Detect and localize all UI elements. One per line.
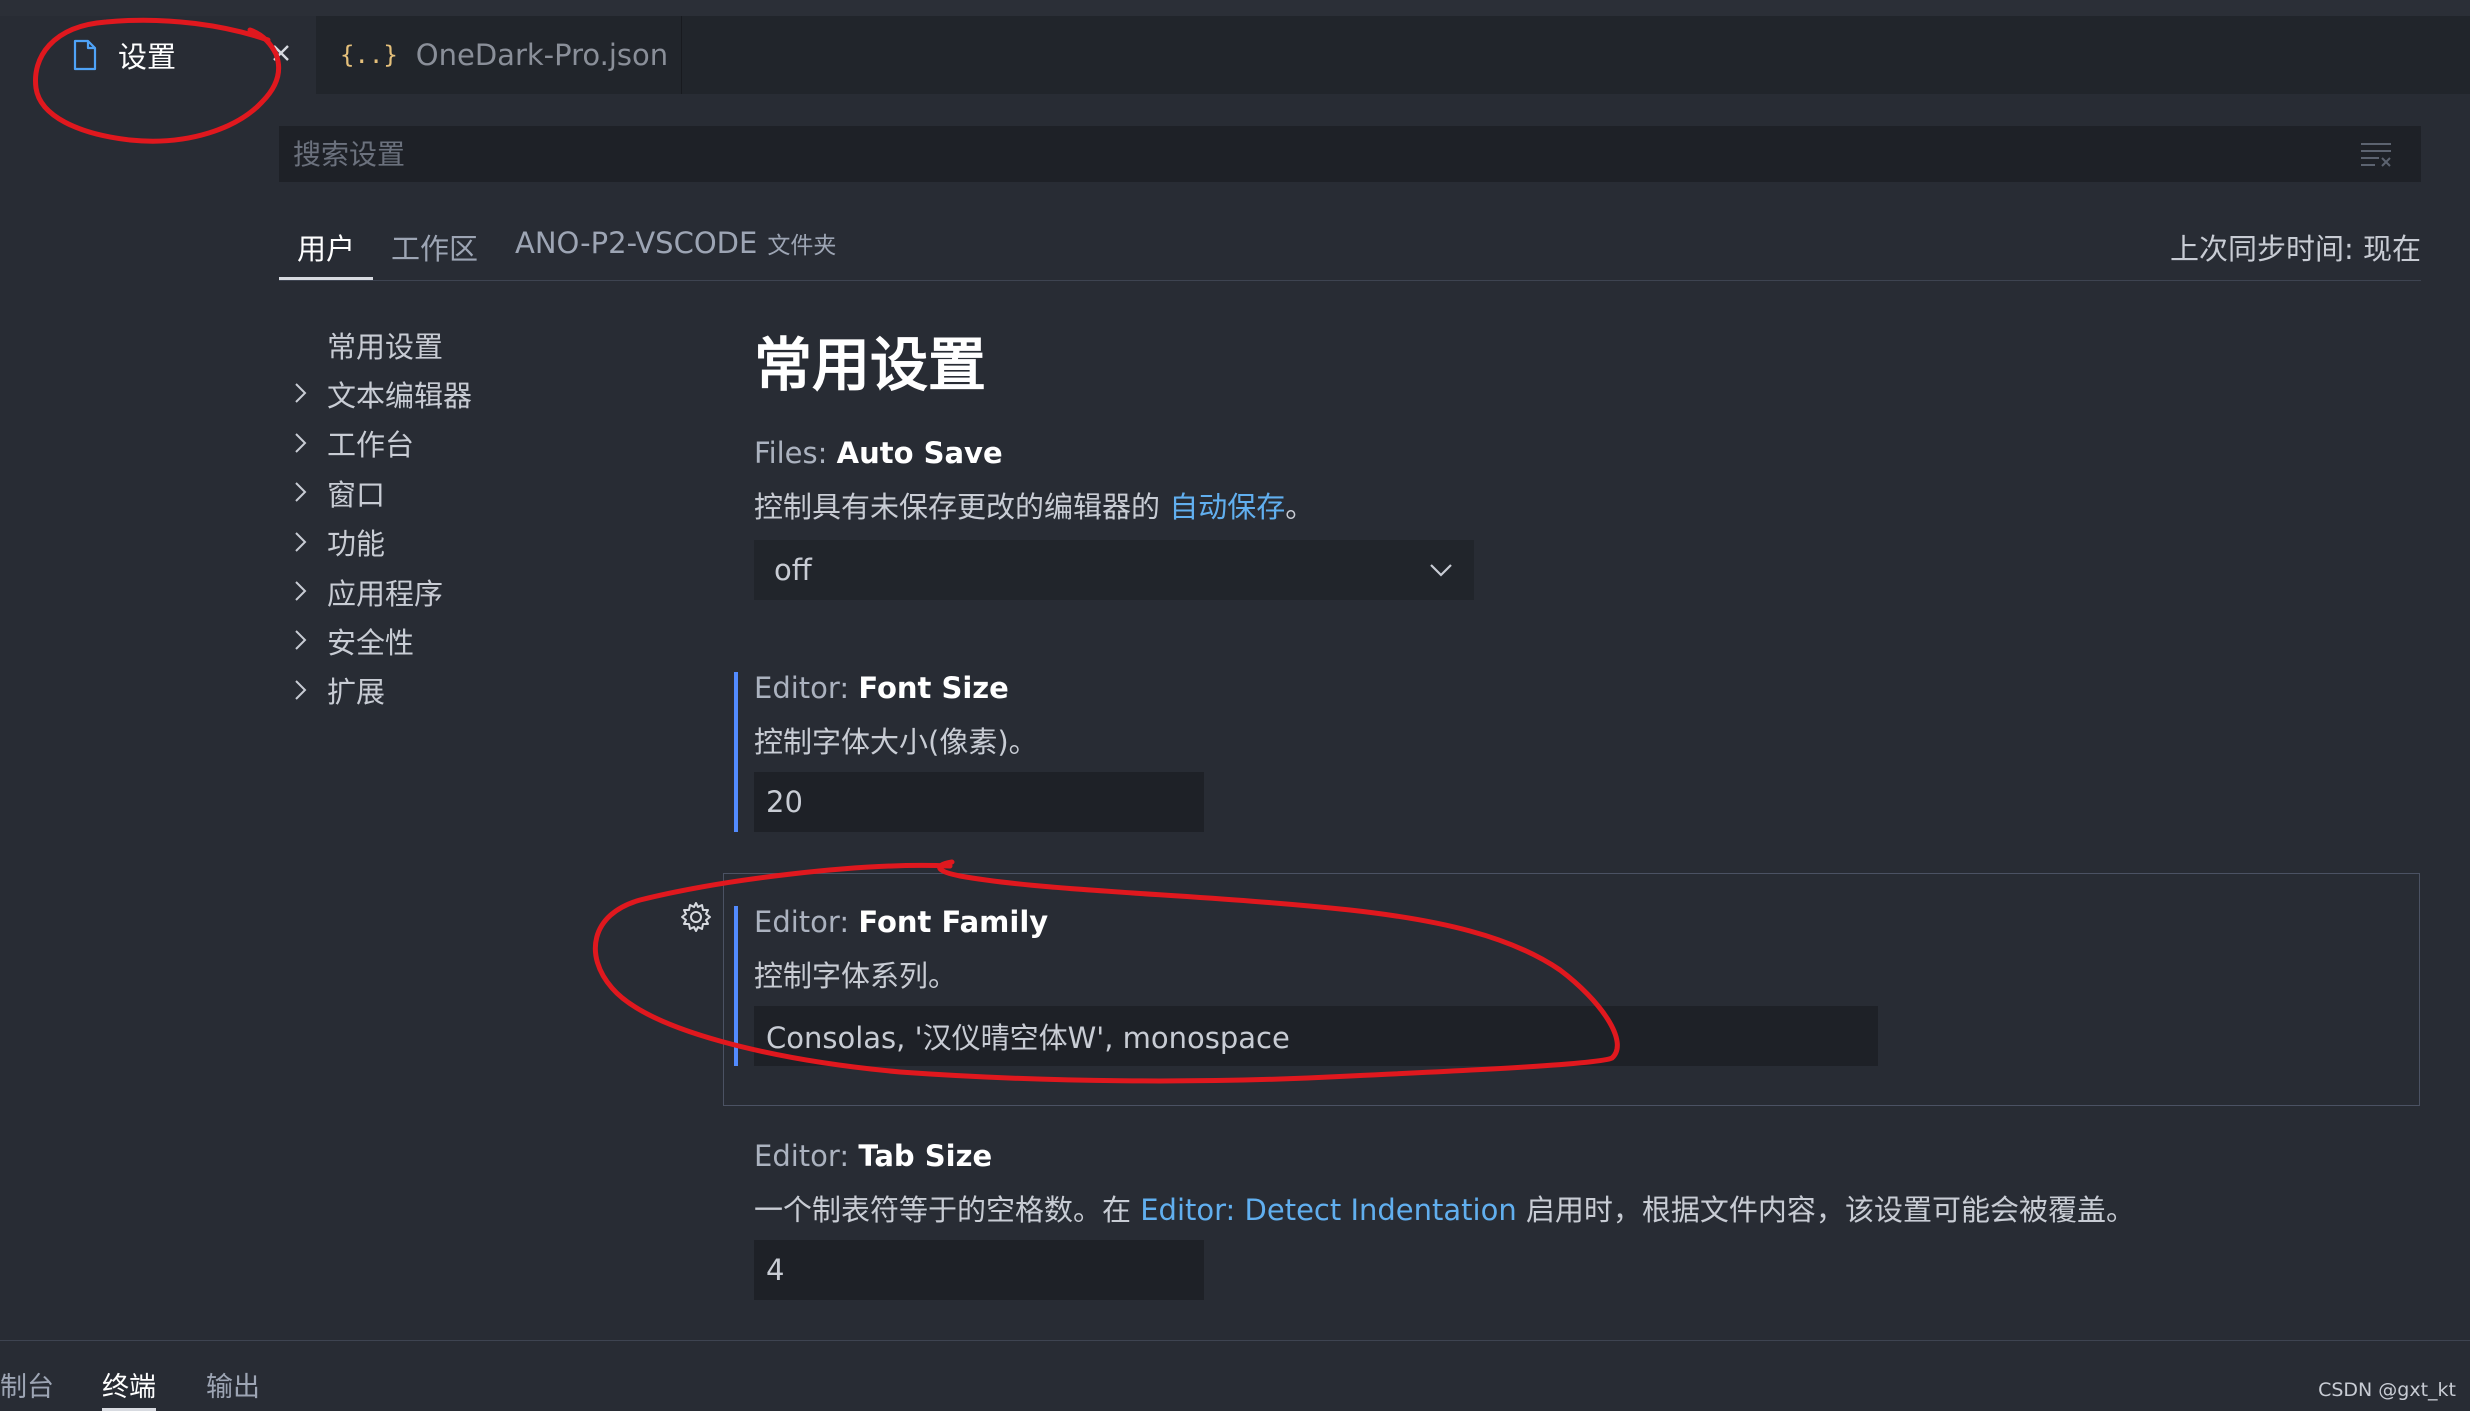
tab-size-input[interactable]: 4: [754, 1240, 1204, 1300]
font-family-input[interactable]: Consolas, '汉仪晴空体W', monospace: [754, 1006, 1878, 1066]
chevron-right-icon: [295, 383, 307, 404]
toc-item-common[interactable]: 常用设置: [290, 320, 690, 369]
clear-filter-icon[interactable]: [2359, 140, 2393, 168]
sync-status: 上次同步时间: 现在: [2170, 232, 2421, 266]
toc-item-application[interactable]: 应用程序: [290, 567, 690, 616]
setting-tab-size: Editor: Tab Size 一个制表符等于的空格数。在 Editor: D…: [754, 1139, 2135, 1229]
settings-toc: 常用设置 文本编辑器 工作台 窗口 功能 应用程序 安全性 扩展: [290, 320, 690, 715]
setting-category: Editor:: [754, 1139, 859, 1173]
desc-text: 启用时，根据文件内容，该设置可能会被覆盖。: [1516, 1193, 2135, 1227]
setting-name: Tab Size: [858, 1139, 993, 1173]
toc-item-label: 工作台: [327, 428, 415, 463]
toc-item-security[interactable]: 安全性: [290, 616, 690, 665]
setting-description: 控制字体大小(像素)。: [754, 725, 1038, 759]
detect-indentation-link[interactable]: Editor: Detect Indentation: [1140, 1193, 1516, 1227]
setting-category: Files:: [754, 436, 837, 470]
setting-category: Editor:: [754, 905, 859, 939]
toc-item-label: 文本编辑器: [327, 379, 473, 414]
modified-indicator: [734, 906, 738, 1066]
setting-title: Files: Auto Save: [754, 436, 1314, 470]
toc-item-workbench[interactable]: 工作台: [290, 419, 690, 468]
chevron-right-icon: [295, 680, 307, 700]
tab-settings[interactable]: 设置: [0, 16, 316, 94]
toc-item-window[interactable]: 窗口: [290, 468, 690, 517]
bottom-panel-tabs: 制台 终端 输出 CSDN @gxt_kt: [0, 1340, 2470, 1411]
setting-title: Editor: Tab Size: [754, 1139, 2135, 1173]
chevron-right-icon: [295, 531, 307, 552]
title-strip: [0, 0, 2470, 16]
tab-workspace[interactable]: 工作区: [391, 226, 478, 280]
file-icon: [73, 39, 97, 71]
folder-suffix: 文件夹: [767, 233, 837, 259]
tab-folder[interactable]: ANO-P2-VSCODE 文件夹: [515, 226, 836, 280]
chevron-right-icon: [295, 482, 307, 502]
chevron-right-icon: [295, 630, 307, 651]
tab-size-value: 4: [766, 1253, 785, 1287]
editor-tab-bar: 设置 {..} OneDark-Pro.json: [0, 16, 2470, 94]
watermark: CSDN @gxt_kt: [2318, 1379, 2456, 1401]
setting-title: Editor: Font Size: [754, 671, 1038, 705]
setting-name: Font Family: [858, 905, 1049, 939]
chevron-right-icon: [295, 433, 307, 453]
panel-tab-console[interactable]: 制台: [0, 1365, 54, 1404]
toc-item-text-editor[interactable]: 文本编辑器: [290, 369, 690, 418]
tab-onedark-json[interactable]: {..} OneDark-Pro.json: [316, 16, 682, 94]
setting-font-size: Editor: Font Size 控制字体大小(像素)。: [754, 671, 1038, 761]
toc-item-label: 常用设置: [327, 329, 444, 364]
tab-settings-label: 设置: [118, 40, 177, 74]
json-braces-icon: {..}: [340, 41, 398, 69]
chevron-down-icon: [1430, 564, 1452, 577]
close-icon[interactable]: [266, 38, 296, 68]
font-family-value: Consolas, '汉仪晴空体W', monospace: [766, 1021, 1290, 1055]
tab-json-label: OneDark-Pro.json: [415, 38, 669, 72]
panel-tab-terminal[interactable]: 终端: [102, 1365, 156, 1411]
auto-save-select[interactable]: off: [754, 540, 1474, 600]
font-size-input[interactable]: 20: [754, 772, 1204, 832]
tab-user[interactable]: 用户: [279, 226, 373, 280]
panel-tab-output[interactable]: 输出: [206, 1365, 260, 1404]
setting-auto-save: Files: Auto Save 控制具有未保存更改的编辑器的 自动保存。: [754, 436, 1314, 526]
search-settings-box: [279, 126, 2421, 182]
chevron-right-icon: [295, 581, 307, 601]
toc-item-label: 功能: [327, 527, 386, 562]
setting-category: Editor:: [754, 671, 859, 705]
setting-description: 控制字体系列。: [754, 959, 958, 993]
toc-item-features[interactable]: 功能: [290, 518, 690, 567]
desc-text: 。: [1285, 490, 1315, 524]
setting-title: Editor: Font Family: [754, 905, 1048, 939]
toc-item-label: 安全性: [327, 626, 415, 661]
toc-item-label: 窗口: [327, 477, 386, 512]
font-size-value: 20: [766, 785, 803, 819]
auto-save-value: off: [774, 553, 812, 587]
setting-description: 一个制表符等于的空格数。在 Editor: Detect Indentation…: [754, 1187, 2135, 1229]
modified-indicator: [734, 672, 738, 832]
setting-name: Font Size: [858, 671, 1009, 705]
folder-name: ANO-P2-VSCODE: [515, 226, 758, 260]
setting-description: 控制具有未保存更改的编辑器的 自动保存。: [754, 484, 1314, 526]
toc-item-label: 扩展: [327, 675, 386, 710]
desc-text: 控制具有未保存更改的编辑器的: [754, 490, 1170, 524]
section-title: 常用设置: [754, 331, 987, 399]
gear-icon[interactable]: [679, 900, 713, 934]
toc-item-label: 应用程序: [327, 576, 444, 611]
settings-scope-tabs: 用户 工作区 ANO-P2-VSCODE 文件夹 上次同步时间: 现在: [279, 216, 2421, 281]
auto-save-link[interactable]: 自动保存: [1169, 490, 1285, 524]
setting-font-family: Editor: Font Family 控制字体系列。: [754, 905, 1048, 995]
desc-text: 一个制表符等于的空格数。在: [754, 1193, 1141, 1227]
toc-item-extensions[interactable]: 扩展: [290, 666, 690, 715]
search-input[interactable]: [291, 136, 2295, 172]
setting-name: Auto Save: [836, 436, 1003, 470]
